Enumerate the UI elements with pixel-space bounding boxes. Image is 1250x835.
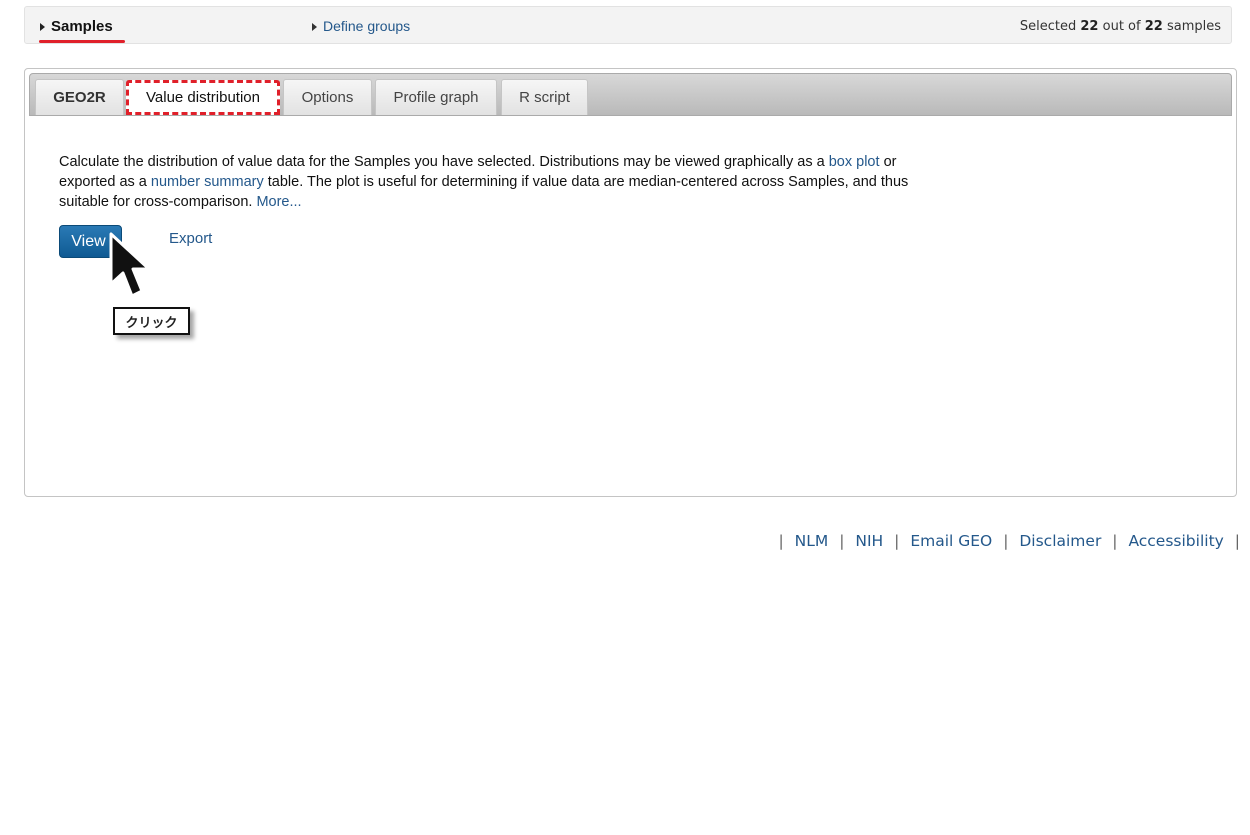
expand-triangle-icon[interactable] — [312, 23, 317, 31]
selected-count: 22 — [1080, 19, 1099, 34]
value-distribution-description: Calculate the distribution of value data… — [59, 152, 919, 212]
footer-link-nih[interactable]: NIH — [855, 532, 883, 550]
tab-r-script[interactable]: R script — [501, 79, 588, 115]
samples-toggle[interactable]: Samples — [51, 18, 113, 35]
footer-link-disclaimer[interactable]: Disclaimer — [1019, 532, 1101, 550]
define-groups-link[interactable]: Define groups — [323, 18, 410, 34]
number-summary-link[interactable]: number summary — [151, 174, 264, 190]
box-plot-link[interactable]: box plot — [829, 154, 880, 170]
selected-count-text: Selected 22 out of 22 samples — [1020, 19, 1221, 34]
red-underline-highlight — [39, 40, 125, 43]
selected-prefix: Selected — [1019, 19, 1077, 34]
footer-separator: | — [778, 532, 784, 550]
tab-strip: GEO2R Value distribution Options Profile… — [29, 73, 1232, 116]
footer-link-email-geo[interactable]: Email GEO — [910, 532, 992, 550]
tab-value-distribution[interactable]: Value distribution — [126, 80, 280, 115]
selected-total: 22 — [1144, 19, 1163, 34]
footer-separator: | — [839, 532, 845, 550]
tab-geo2r[interactable]: GEO2R — [35, 79, 124, 115]
footer-separator: | — [1234, 532, 1240, 550]
more-link[interactable]: More... — [256, 194, 301, 210]
footer-separator: | — [894, 532, 900, 550]
selected-suffix: samples — [1166, 19, 1221, 34]
footer-separator: | — [1112, 532, 1118, 550]
tab-options[interactable]: Options — [283, 79, 372, 115]
footer-links: | NLM | NIH | Email GEO | Disclaimer | A… — [772, 532, 1246, 550]
footer-link-nlm[interactable]: NLM — [795, 532, 829, 550]
tab-profile-graph[interactable]: Profile graph — [375, 79, 497, 115]
selected-middle: out of — [1102, 19, 1141, 34]
desc-text: Calculate the distribution of value data… — [59, 154, 825, 170]
arrow-cursor-icon — [109, 232, 151, 298]
click-callout: クリック — [113, 307, 190, 335]
footer-link-accessibility[interactable]: Accessibility — [1128, 532, 1223, 550]
samples-bar: Samples Define groups Selected 22 out of… — [24, 6, 1232, 44]
expand-triangle-icon[interactable] — [40, 23, 45, 31]
export-link[interactable]: Export — [169, 230, 212, 247]
footer-separator: | — [1003, 532, 1009, 550]
geo2r-panel: GEO2R Value distribution Options Profile… — [24, 68, 1237, 497]
